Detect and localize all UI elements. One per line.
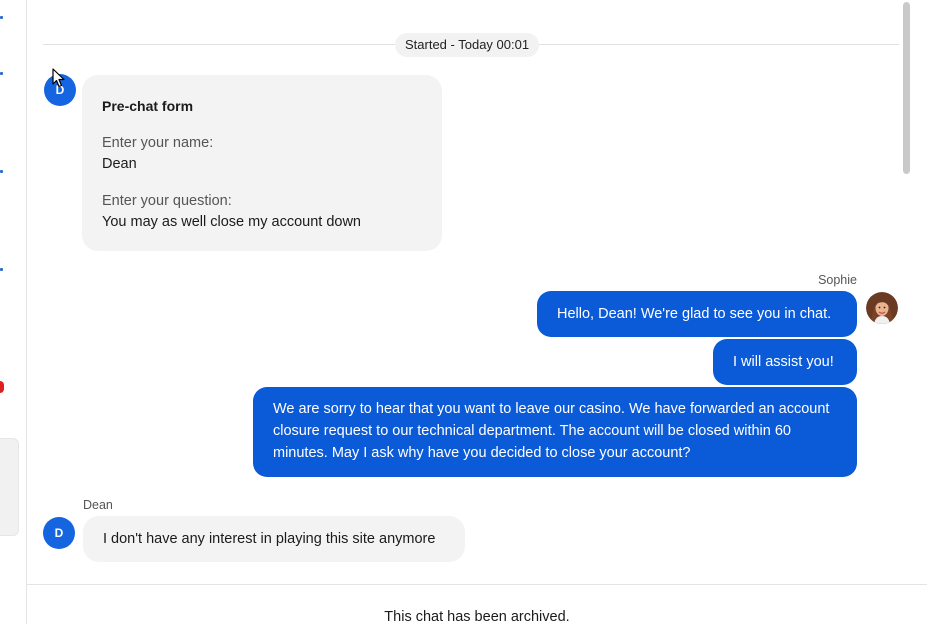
sidebar-marker — [0, 170, 3, 173]
visitor-message: I don't have any interest in playing thi… — [83, 516, 465, 562]
archived-notice: This chat has been archived. — [384, 609, 570, 624]
prechat-form-bubble: Pre-chat form Enter your name: Dean Ente… — [82, 75, 442, 251]
prechat-name-value: Dean — [102, 156, 137, 172]
agent-avatar — [866, 292, 898, 324]
sidebar-marker — [0, 268, 3, 271]
sidebar-edge — [0, 0, 27, 624]
chat-started-label: Started - Today 00:01 — [395, 33, 540, 57]
collapsed-panel[interactable] — [0, 438, 19, 536]
agent-name: Sophie — [818, 273, 857, 287]
chat-transcript: Started - Today 00:01 D Pre-chat form En… — [27, 0, 913, 584]
prechat-name-label: Enter your name: — [102, 135, 214, 151]
agent-photo-icon — [866, 292, 898, 324]
mouse-cursor-icon — [52, 68, 65, 88]
agent-message: Hello, Dean! We're glad to see you in ch… — [537, 291, 857, 337]
prechat-question-label: Enter your question: — [102, 193, 232, 209]
chat-scrollbar[interactable] — [899, 0, 913, 584]
visitor-name: Dean — [83, 498, 113, 512]
prechat-question-value: You may as well close my account down — [102, 214, 361, 230]
notification-dot — [0, 381, 4, 393]
prechat-form-title: Pre-chat form — [102, 98, 194, 114]
visitor-avatar: D — [43, 517, 75, 549]
chat-footer: This chat has been archived. — [27, 584, 927, 624]
scrollbar-thumb[interactable] — [903, 2, 910, 174]
sidebar-marker — [0, 72, 3, 75]
agent-message: I will assist you! — [713, 339, 857, 385]
sidebar-marker — [0, 16, 3, 19]
chat-window: Started - Today 00:01 D Pre-chat form En… — [0, 0, 927, 624]
agent-message: We are sorry to hear that you want to le… — [253, 387, 857, 477]
